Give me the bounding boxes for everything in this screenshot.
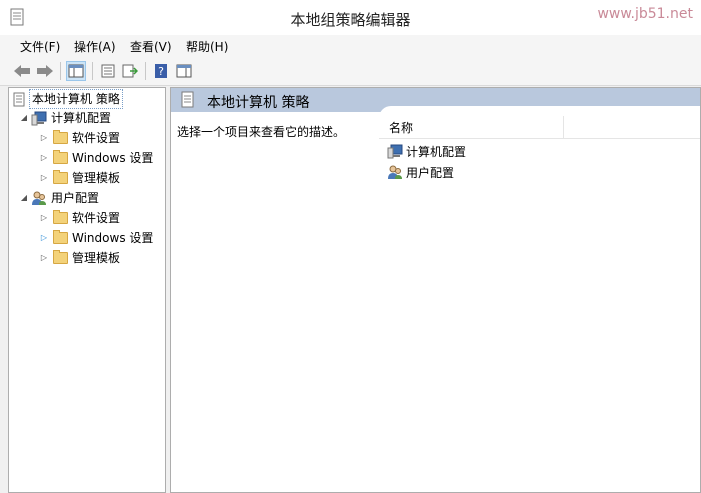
users-icon: [32, 191, 46, 205]
back-button[interactable]: [12, 61, 32, 81]
expand-arrow-icon[interactable]: ▷: [39, 149, 49, 167]
svg-text:?: ?: [158, 65, 164, 78]
column-header-label: 名称: [389, 121, 414, 135]
tree-item-label: 管理模板: [72, 251, 121, 265]
folder-icon: [53, 150, 68, 164]
collapse-arrow-icon[interactable]: ◢: [19, 189, 29, 207]
tree-item-label: Windows 设置: [72, 151, 154, 165]
tree-item-user-software-settings[interactable]: ▷ 软件设置: [39, 209, 120, 227]
list-item-user-config[interactable]: 用户配置: [387, 162, 454, 182]
back-arrow-icon: [14, 65, 30, 77]
tree-item-local-policy[interactable]: 本地计算机 策略: [13, 89, 123, 109]
tree-item-label: 本地计算机 策略: [29, 89, 123, 109]
properties-button[interactable]: [98, 61, 118, 81]
list-item-computer-config[interactable]: 计算机配置: [387, 141, 466, 161]
window-title: 本地组策略编辑器: [290, 11, 411, 29]
folder-icon: [53, 210, 68, 224]
watermark: www.jb51.net: [597, 6, 693, 22]
tree-item-computer-config[interactable]: ◢ 计算机配置: [19, 109, 111, 127]
console-tree[interactable]: 本地计算机 策略 ◢ 计算机配置 ▷ 软件设置 ▷ Windows 设置 ▷ 管…: [8, 87, 166, 493]
list-item-label: 用户配置: [406, 165, 455, 180]
expand-arrow-icon[interactable]: ▷: [39, 209, 49, 227]
title-bar: 本地组策略编辑器 www.jb51.net: [0, 0, 701, 35]
tree-item-user-config[interactable]: ◢ 用户配置: [19, 189, 99, 207]
details-title: 本地计算机 策略: [207, 95, 310, 111]
export-list-button[interactable]: [120, 61, 140, 81]
tree-item-label: 软件设置: [72, 211, 121, 225]
details-pane: 本地计算机 策略 选择一个项目来查看它的描述。 名称 计算机配置 用户配置: [170, 87, 701, 493]
toolbar-separator: [92, 62, 93, 80]
expand-arrow-icon[interactable]: ▷: [39, 249, 49, 267]
properties-icon: [101, 64, 115, 78]
show-hide-console-tree-icon: [68, 64, 84, 78]
users-icon: [388, 165, 402, 179]
policy-document-icon: [181, 91, 194, 108]
folder-icon: [53, 250, 68, 264]
expand-arrow-icon[interactable]: ▷: [39, 129, 49, 147]
menu-file[interactable]: 文件(F): [20, 38, 60, 55]
tree-item-user-windows-settings[interactable]: ▷ Windows 设置: [39, 229, 153, 247]
action-pane-button[interactable]: [174, 61, 194, 81]
help-icon: ?: [155, 64, 167, 78]
menu-help[interactable]: 帮助(H): [186, 38, 228, 55]
folder-icon: [53, 130, 68, 144]
tree-item-label: 软件设置: [72, 131, 121, 145]
menu-view[interactable]: 查看(V): [130, 38, 172, 55]
policy-document-icon: [13, 92, 25, 106]
list-item-label: 计算机配置: [406, 144, 467, 159]
show-hide-tree-button[interactable]: [66, 61, 86, 81]
tree-item-label: 计算机配置: [51, 111, 112, 125]
tree-item-user-admin-templates[interactable]: ▷ 管理模板: [39, 249, 120, 267]
computer-icon: [31, 111, 47, 125]
tree-item-computer-windows-settings[interactable]: ▷ Windows 设置: [39, 149, 153, 167]
expand-arrow-icon[interactable]: ▷: [39, 169, 49, 187]
toolbar-separator: [60, 62, 61, 80]
details-list[interactable]: 名称 计算机配置 用户配置: [379, 106, 700, 492]
tree-item-label: 管理模板: [72, 171, 121, 185]
toolbar-separator: [145, 62, 146, 80]
menu-action[interactable]: 操作(A): [74, 38, 116, 55]
expand-arrow-icon[interactable]: ▷: [39, 229, 49, 247]
folder-icon: [53, 170, 68, 184]
description-text: 选择一个项目来查看它的描述。: [177, 125, 346, 139]
tree-item-label: 用户配置: [51, 191, 100, 205]
help-button[interactable]: ?: [151, 61, 171, 81]
tree-item-computer-admin-templates[interactable]: ▷ 管理模板: [39, 169, 120, 187]
column-separator[interactable]: [563, 116, 564, 138]
toolbar: ?: [0, 57, 701, 86]
export-list-icon: [122, 64, 138, 78]
menu-bar: 文件(F) 操作(A) 查看(V) 帮助(H): [0, 35, 701, 57]
column-header-name[interactable]: 名称: [379, 116, 700, 139]
forward-button[interactable]: [35, 61, 55, 81]
action-pane-icon: [176, 64, 192, 78]
tree-item-computer-software-settings[interactable]: ▷ 软件设置: [39, 129, 120, 147]
computer-icon: [387, 144, 403, 158]
collapse-arrow-icon[interactable]: ◢: [19, 109, 29, 127]
folder-icon: [53, 230, 68, 244]
tree-item-label: Windows 设置: [72, 231, 154, 245]
forward-arrow-icon: [37, 65, 53, 77]
